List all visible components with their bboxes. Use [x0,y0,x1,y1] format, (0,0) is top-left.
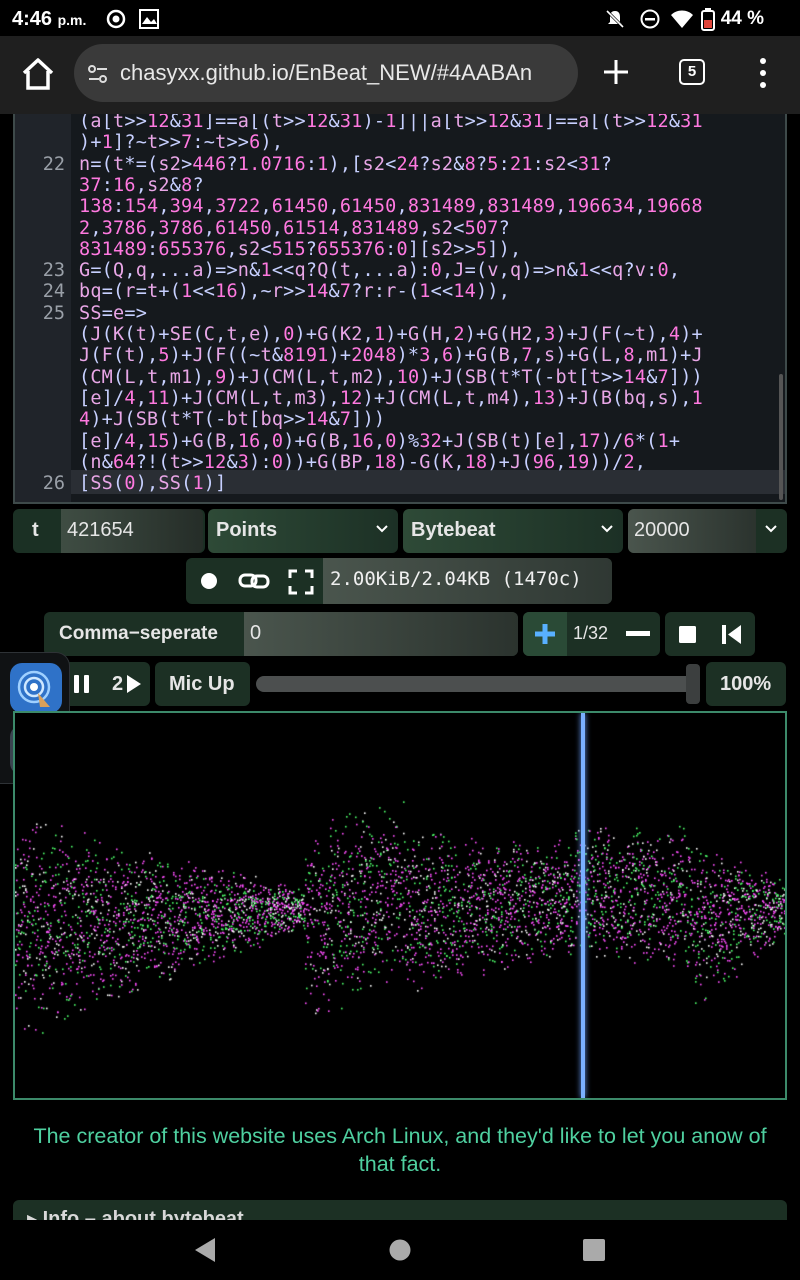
url-text: chasyxx.github.io/EnBeat_NEW/#4AABAn [120,60,533,85]
volume-percent: 100% [706,662,786,706]
mic-up-button[interactable]: Mic Up [155,662,250,706]
browser-toolbar: chasyxx.github.io/EnBeat_NEW/#4AABAn 5 [0,36,800,114]
code-line[interactable]: (a[t>>12&31]==a[(t>>12&31)-1]||a[t>>12&3… [79,114,703,132]
battery-icon [701,8,715,31]
comma-separate-field: Comma−seperate 0 [44,612,518,656]
battery-percent: 44 % [720,8,764,29]
editor-scrollbar[interactable] [779,374,783,500]
stop-icon[interactable] [679,626,696,643]
code-line[interactable]: n=(t*=(s2>446?1.0716:1),[s2<24?s2&8?5:21… [79,154,612,175]
pause-speed-control: 2 [64,662,150,706]
plus-icon [535,624,555,644]
volume-slider-thumb[interactable] [686,664,700,704]
record-button-icon[interactable] [200,572,218,590]
share-toolbar: 2.00KiB/2.04KB (1470c) [186,558,612,604]
code-editor[interactable]: (a[t>>12&31]==a[(t>>12&31)-1]||a[t>>12&3… [13,114,787,504]
line-number: 25 [42,302,65,324]
gallery-icon [139,9,159,29]
chevron-down-icon [601,525,613,533]
home-nav-icon[interactable] [389,1239,411,1261]
notifications-off-icon [605,9,625,29]
pause-icon[interactable] [74,675,90,693]
line-number: 23 [42,260,65,282]
record-icon [106,9,126,29]
comma-input[interactable]: 0 [244,612,518,656]
line-number: 22 [42,153,65,175]
new-tab-icon[interactable] [600,56,632,88]
code-line[interactable]: [e]/4,11)+J(CM(L,t,m3),12)+J(CM(L,t,m4),… [79,388,703,409]
draw-mode-select[interactable]: Points [208,509,398,553]
arch-linux-notice: The creator of this website uses Arch Li… [33,1124,767,1176]
link-icon[interactable] [238,569,270,593]
playhead-cursor [581,713,585,1098]
code-line[interactable]: 4)+J(SB(t*T(-bt[bq>>14&7])) [79,409,385,430]
playback-controls [665,612,755,656]
code-line[interactable]: G=(Q,q,...a)=>n&1<<q?Q(t,...a):0,J=(v,q)… [79,260,680,281]
time-label: t [32,519,39,541]
site-settings-icon[interactable] [86,62,110,86]
home-icon[interactable] [18,54,58,94]
code-line[interactable]: J(F(t),5)+J(F((~t&8191)+2048)*3,6)+G(B,7… [79,345,703,366]
scale-control: 1/32 [523,612,660,656]
fullscreen-icon[interactable] [288,569,314,595]
status-bar: 4:46 p.m. 44 % [0,0,800,36]
code-size-display: 2.00KiB/2.04KB (1470c) [323,558,612,604]
screen-recorder-app-icon[interactable] [10,663,62,713]
code-line[interactable]: [SS(0),SS(1)] [79,473,226,494]
zoom-in-button[interactable] [523,612,567,656]
line-number: 26 [42,473,65,495]
code-line[interactable]: )+1]?~t>>7:~t>>6), [79,132,283,153]
volume-slider[interactable] [256,676,696,692]
back-icon[interactable] [193,1237,217,1263]
rewind-icon[interactable] [722,625,742,644]
minus-icon[interactable] [626,631,650,637]
code-line[interactable]: 37:16,s2&8? [79,175,204,196]
comma-label: Comma−seperate [59,623,218,644]
speed-value[interactable]: 2 [112,673,123,696]
overflow-menu-icon[interactable] [755,56,771,90]
waveform-visualizer[interactable] [13,711,787,1100]
address-bar[interactable]: chasyxx.github.io/EnBeat_NEW/#4AABAn [74,44,578,102]
scale-value: 1/32 [573,623,609,643]
mode-select[interactable]: Bytebeat [403,509,623,553]
time-input[interactable]: 421654 [61,509,203,553]
info-section-header[interactable]: ▸ Info – about bytebeat [13,1200,787,1220]
code-line[interactable]: [e]/4,15)+G(B,16,0)+G(B,16,0)%32+J(SB(t)… [79,431,680,452]
code-line[interactable]: SS=e=> [79,303,147,324]
chevron-down-icon [376,525,388,533]
chevron-down-icon [765,525,777,533]
code-line[interactable]: 2,3786,3786,61450,61514,831489,s2<507? [79,218,510,239]
clock: 4:46 p.m. [12,8,87,30]
do-not-disturb-icon [640,9,660,29]
sample-rate-input[interactable]: 20000 [628,509,756,553]
code-line[interactable]: bq=(r=t+(1<<16),~r>>14&7?r:r-(1<<14)), [79,281,510,302]
sample-rate-select[interactable]: 20000 [628,509,787,553]
tab-switcher-button[interactable]: 5 [679,59,705,85]
recents-icon[interactable] [583,1239,605,1261]
code-line[interactable]: (J(K(t)+SE(C,t,e),0)+G(K2,1)+G(H,2)+G(H2… [79,324,703,345]
wifi-icon [671,10,693,28]
code-line[interactable]: (n&64?!(t>>12&3):0))+G(BP,18)-G(K,18)+J(… [79,452,646,473]
system-nav-bar [0,1220,800,1280]
play-icon[interactable] [127,675,141,693]
time-field: t 421654 [13,509,205,553]
code-line[interactable]: (CM(L,t,m1),9)+J(CM(L,t,m2),10)+J(SB(t*T… [79,367,703,388]
code-line[interactable]: 138:154,394,3722,61450,61450,831489,8314… [79,196,703,217]
code-line[interactable]: 831489:655376,s2<515?655376:0][s2>>5]), [79,239,521,260]
waveform-canvas [15,713,785,1098]
line-number: 24 [42,281,65,303]
broadcast-icon [17,670,51,707]
